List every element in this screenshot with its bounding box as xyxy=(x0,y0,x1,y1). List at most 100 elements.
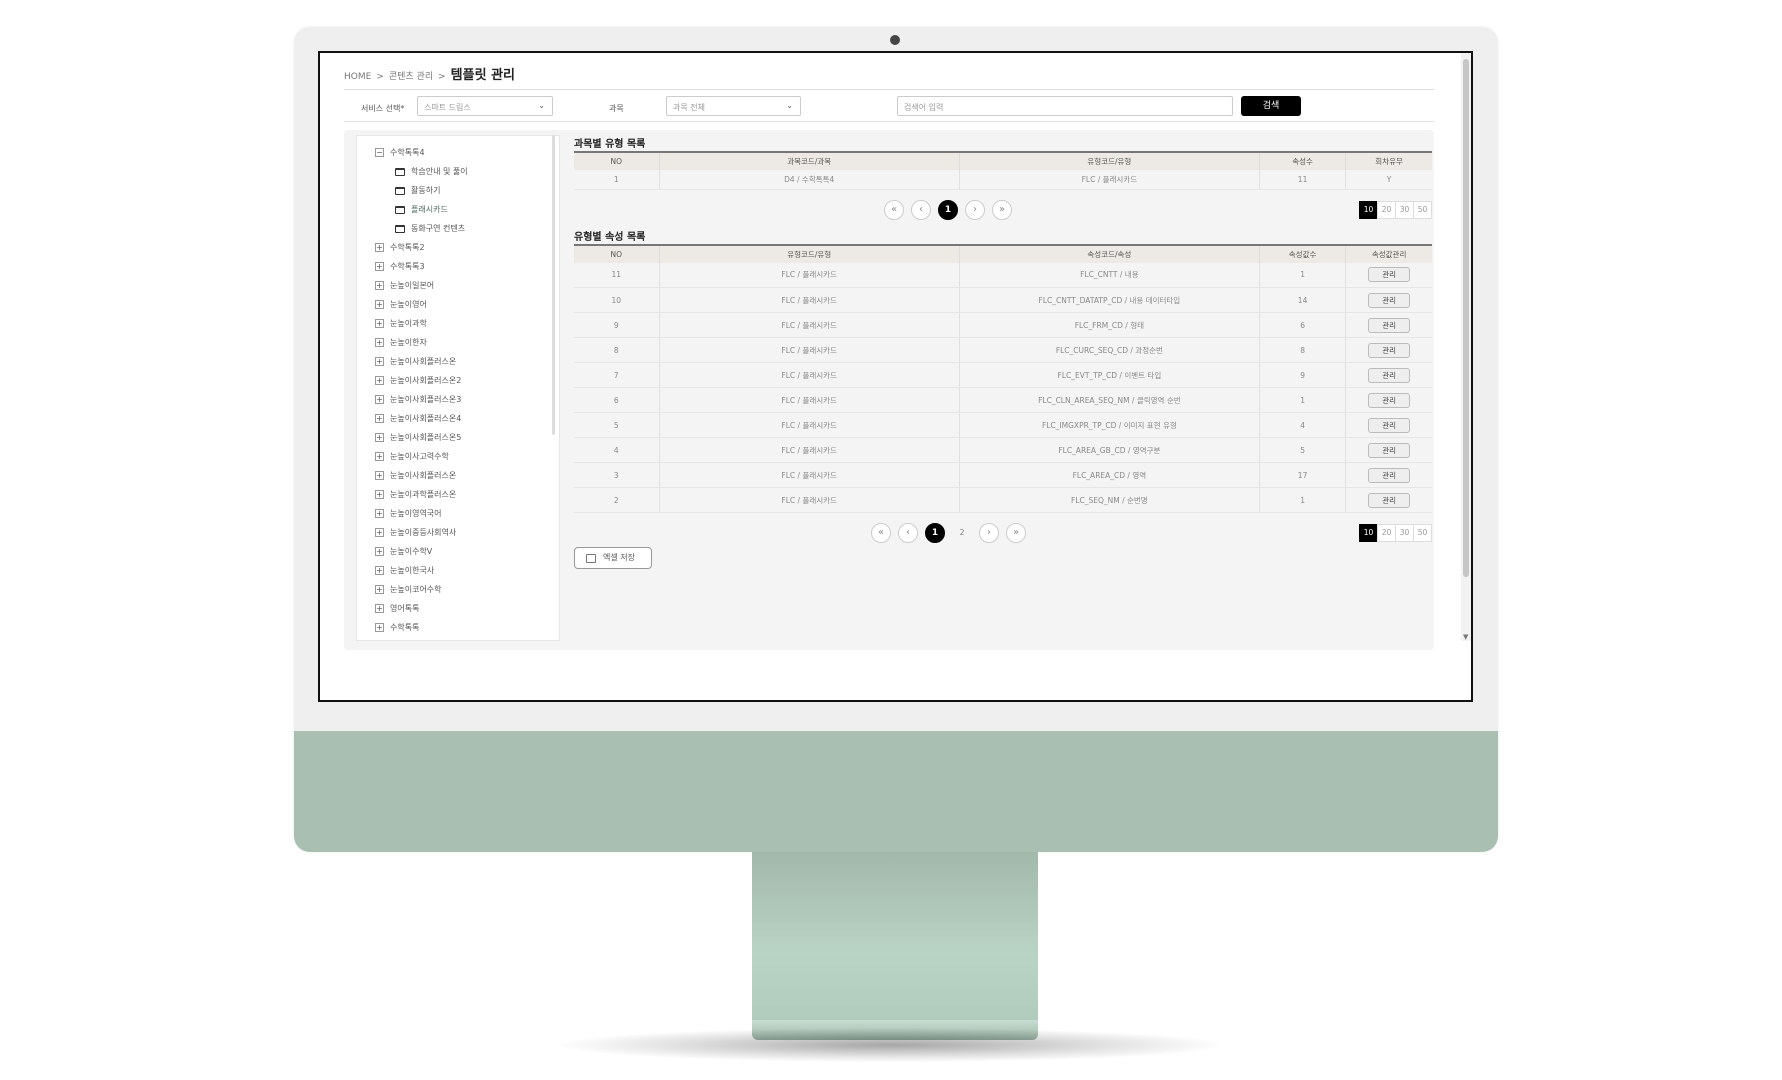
page-size-option[interactable]: 30 xyxy=(1395,524,1414,542)
plus-box-icon[interactable]: + xyxy=(375,623,384,632)
tree-node-expanded[interactable]: − 수학톡톡4 xyxy=(357,143,559,162)
plus-box-icon[interactable]: + xyxy=(375,433,384,442)
page-size-option[interactable]: 10 xyxy=(1359,200,1378,219)
tree-node-collapsed[interactable]: + 눈높이사회플러스온5 xyxy=(357,428,559,447)
tree-node-collapsed[interactable]: + 수학톡톡2 xyxy=(357,238,559,257)
manage-button[interactable]: 관리 xyxy=(1368,467,1411,483)
page-number[interactable]: 2 xyxy=(952,523,972,543)
plus-box-icon[interactable]: + xyxy=(375,528,384,537)
manage-button[interactable]: 관리 xyxy=(1368,492,1411,508)
manage-button[interactable]: 관리 xyxy=(1368,317,1411,333)
plus-box-icon[interactable]: + xyxy=(375,509,384,518)
tree-node-collapsed[interactable]: + 눈높이영어 xyxy=(357,295,559,314)
table-row[interactable]: 3 FLC / 플래시카드 FLC_AREA_CD / 영역 17 관리 xyxy=(574,462,1432,488)
table-row[interactable]: 6 FLC / 플래시카드 FLC_CLN_AREA_SEQ_NM / 클릭영역 순… xyxy=(574,387,1432,413)
manage-button[interactable]: 관리 xyxy=(1368,392,1411,408)
tree-leaf[interactable]: 활동하기 xyxy=(357,181,559,200)
minus-box-icon[interactable]: − xyxy=(375,148,384,157)
tree-node-collapsed[interactable]: + 눈높이중등사회역사 xyxy=(357,523,559,542)
tree-node-collapsed[interactable]: + 눈높이코어수학 xyxy=(357,580,559,599)
plus-box-icon[interactable]: + xyxy=(375,376,384,385)
first-page-icon[interactable]: « xyxy=(871,523,891,543)
plus-box-icon[interactable]: + xyxy=(375,281,384,290)
plus-box-icon[interactable]: + xyxy=(375,243,384,252)
plus-box-icon[interactable]: + xyxy=(375,452,384,461)
tree-node-collapsed[interactable]: + 수학톡톡3 xyxy=(357,257,559,276)
manage-button[interactable]: 관리 xyxy=(1368,442,1411,458)
tree-node-collapsed[interactable]: + 수학톡톡 xyxy=(357,618,559,637)
tree-node-collapsed[interactable]: + 눈높이과학 xyxy=(357,314,559,333)
manage-button[interactable]: 관리 xyxy=(1368,267,1411,283)
tree-leaf-selected[interactable]: 플래시카드 xyxy=(357,200,559,219)
tree-node-collapsed[interactable]: + 눈높이사고력수학 xyxy=(357,447,559,466)
plus-box-icon[interactable]: + xyxy=(375,585,384,594)
table-row[interactable]: 9 FLC / 플래시카드 FLC_FRM_CD / 형태 6 관리 xyxy=(574,312,1432,338)
manage-button[interactable]: 관리 xyxy=(1368,417,1411,433)
plus-box-icon[interactable]: + xyxy=(375,395,384,404)
page-size-option[interactable]: 20 xyxy=(1377,200,1396,219)
search-input[interactable]: 검색어 입력 xyxy=(897,96,1233,116)
manage-button[interactable]: 관리 xyxy=(1368,367,1411,383)
plus-box-icon[interactable]: + xyxy=(375,490,384,499)
plus-box-icon[interactable]: + xyxy=(375,262,384,271)
tree-node-collapsed[interactable]: + 눈높이사회플러스온4 xyxy=(357,409,559,428)
tree-node-collapsed[interactable]: + 눈높이한국사 xyxy=(357,561,559,580)
tree-node-collapsed[interactable]: + 눈높이사회플러스온3 xyxy=(357,390,559,409)
next-page-icon[interactable]: › xyxy=(979,523,999,543)
table-row[interactable]: 4 FLC / 플래시카드 FLC_AREA_GB_CD / 영역구분 5 관리 xyxy=(574,437,1432,463)
manage-button[interactable]: 관리 xyxy=(1368,292,1411,308)
table-row[interactable]: 5 FLC / 플래시카드 FLC_IMGXPR_TP_CD / 이미지 표현 유형… xyxy=(574,412,1432,438)
page-size-option[interactable]: 10 xyxy=(1359,524,1378,542)
tree-node-collapsed[interactable]: + 눈높이한자 xyxy=(357,333,559,352)
plus-box-icon[interactable]: + xyxy=(375,338,384,347)
plus-box-icon[interactable]: + xyxy=(375,414,384,423)
plus-box-icon[interactable]: + xyxy=(375,357,384,366)
page-size-option[interactable]: 50 xyxy=(1413,524,1432,542)
tree-leaf[interactable]: 학습안내 및 풀이 xyxy=(357,162,559,181)
page-size-option[interactable]: 50 xyxy=(1413,200,1432,219)
last-page-icon[interactable]: » xyxy=(992,199,1012,220)
plus-box-icon[interactable]: + xyxy=(375,566,384,575)
page-size-option[interactable]: 30 xyxy=(1395,200,1414,219)
manage-button[interactable]: 관리 xyxy=(1368,342,1411,358)
table-row[interactable]: 7 FLC / 플래시카드 FLC_EVT_TP_CD / 이벤트 타입 9 관리 xyxy=(574,362,1432,388)
excel-save-button[interactable]: 엑셀 저장 xyxy=(574,547,652,569)
table-row[interactable]: 2 FLC / 플래시카드 FLC_SEQ_NM / 순번명 1 관리 xyxy=(574,487,1432,513)
next-page-icon[interactable]: › xyxy=(965,199,985,220)
last-page-icon[interactable]: » xyxy=(1006,523,1026,543)
subject-select[interactable]: 과목 전체 ⌄ xyxy=(666,96,801,116)
breadcrumb-home[interactable]: HOME xyxy=(344,72,371,82)
tree-node-collapsed[interactable]: + 영어톡톡 xyxy=(357,599,559,618)
plus-box-icon[interactable]: + xyxy=(375,471,384,480)
page-number-current[interactable]: 1 xyxy=(938,199,958,220)
search-button[interactable]: 검색 xyxy=(1241,96,1301,116)
tree-node-collapsed[interactable]: + 눈높이사회플러스온2 xyxy=(357,371,559,390)
plus-box-icon[interactable]: + xyxy=(375,547,384,556)
plus-box-icon[interactable]: + xyxy=(375,319,384,328)
tree-node-collapsed[interactable]: +한자톡톡 xyxy=(357,637,559,640)
tree-node-collapsed[interactable]: + 눈높이일본어 xyxy=(357,276,559,295)
page-scrollbar[interactable]: ▼ xyxy=(1461,53,1471,641)
tree-scrollbar[interactable] xyxy=(552,135,555,435)
plus-box-icon[interactable]: + xyxy=(375,300,384,309)
tree-node-collapsed[interactable]: + 눈높이수학V xyxy=(357,542,559,561)
first-page-icon[interactable]: « xyxy=(884,199,904,220)
tree-node-collapsed[interactable]: + 눈높이사회플러스온 xyxy=(357,466,559,485)
prev-page-icon[interactable]: ‹ xyxy=(911,199,931,220)
plus-box-icon[interactable]: + xyxy=(375,604,384,613)
tree-node-collapsed[interactable]: + 눈높이사회플러스온 xyxy=(357,352,559,371)
breadcrumb-section[interactable]: 콘텐츠 관리 xyxy=(389,69,433,82)
page-number-current[interactable]: 1 xyxy=(925,523,945,543)
tree-node-collapsed[interactable]: + 눈높이영역국어 xyxy=(357,504,559,523)
table-row[interactable]: 1 D4 / 수학톡톡4 FLC / 플래시카드 11 Y xyxy=(574,170,1432,190)
table-row[interactable]: 8 FLC / 플래시카드 FLC_CURC_SEQ_CD / 과정순번 8 관리 xyxy=(574,337,1432,363)
tree-leaf[interactable]: 동화구연 컨텐츠 xyxy=(357,219,559,238)
page-size-option[interactable]: 20 xyxy=(1377,524,1396,542)
table-row[interactable]: 11 FLC / 플래시카드 FLC_CNTT / 내용 1 관리 xyxy=(574,262,1432,288)
table-row[interactable]: 10 FLC / 플래시카드 FLC_CNTT_DATATP_CD / 내용 데이터… xyxy=(574,287,1432,313)
scroll-down-icon[interactable]: ▼ xyxy=(1463,633,1468,641)
prev-page-icon[interactable]: ‹ xyxy=(898,523,918,543)
scrollbar-thumb[interactable] xyxy=(1463,59,1469,577)
service-select[interactable]: 스마트 드림스 ⌄ xyxy=(417,96,553,116)
tree-node-collapsed[interactable]: + 눈높이과학플러스온 xyxy=(357,485,559,504)
